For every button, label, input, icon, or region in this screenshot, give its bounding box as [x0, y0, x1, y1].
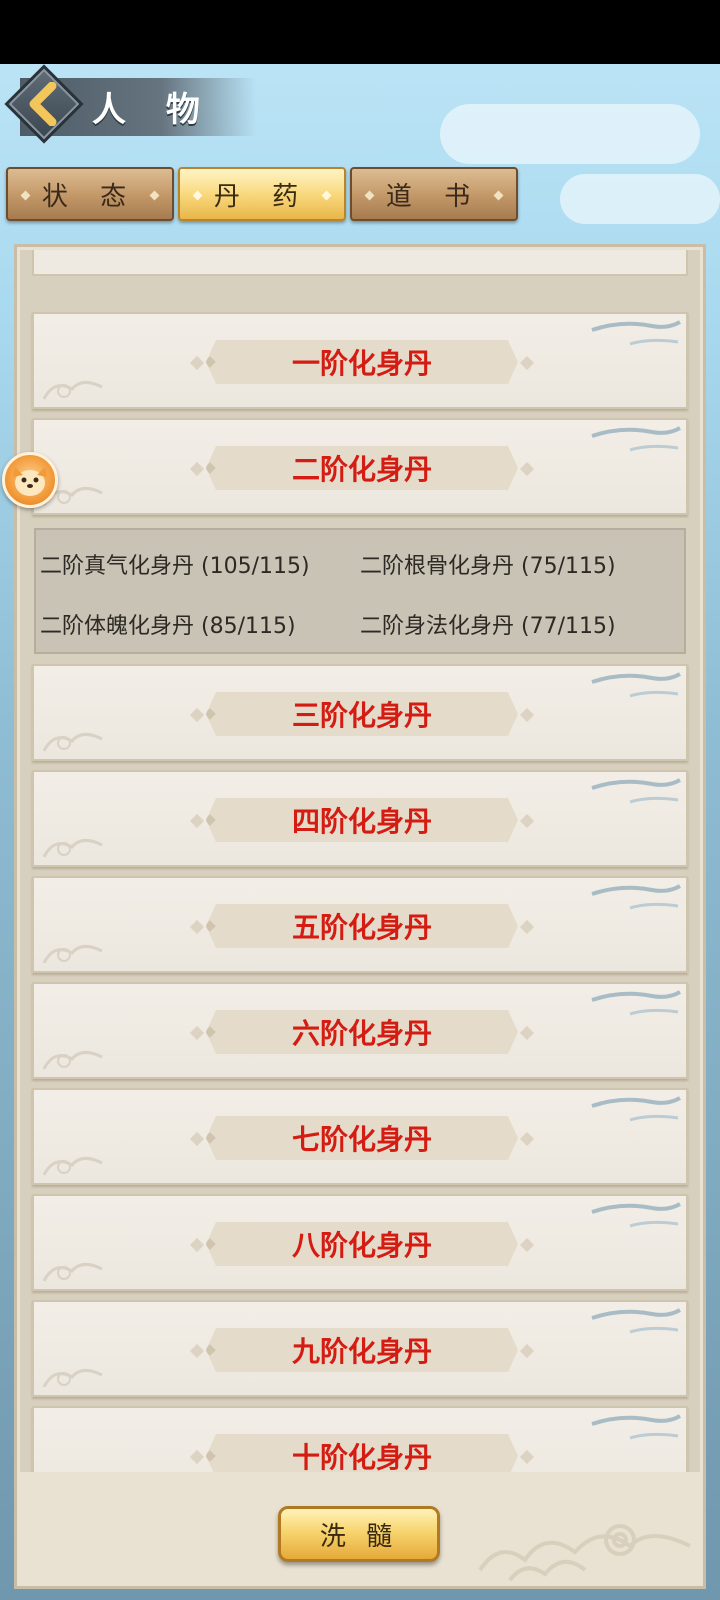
pill-list[interactable]: 一阶化身丹 二阶化身丹 二阶真气化身丹 (105/115) 二阶根骨化身丹 (7…	[20, 250, 700, 1472]
dog-face-icon	[13, 467, 47, 496]
cloud-swirl-icon	[42, 1263, 103, 1282]
pill-card-2[interactable]: 二阶化身丹	[32, 418, 688, 515]
list-item-partial	[32, 250, 688, 276]
wave-decoration-icon	[591, 1414, 682, 1440]
pill-title: 三阶化身丹	[291, 699, 432, 732]
cloud-decoration	[560, 174, 720, 224]
cloud-swirl-icon	[42, 1051, 103, 1070]
wave-decoration-icon	[591, 1096, 682, 1122]
wave-decoration-icon	[591, 990, 682, 1016]
page-title: 人 物	[92, 90, 214, 130]
tab-ornament	[149, 190, 160, 201]
tab-label: 丹 药	[213, 181, 311, 212]
pill-card-5[interactable]: 五阶化身丹	[32, 876, 688, 973]
detail-item: 二阶体魄化身丹 (85/115)	[40, 614, 296, 639]
pill-title: 八阶化身丹	[291, 1229, 432, 1262]
pill-title: 六阶化身丹	[291, 1017, 432, 1050]
wave-decoration-icon	[591, 778, 682, 804]
pill-title: 九阶化身丹	[291, 1335, 432, 1368]
diamond-ornament	[519, 461, 535, 477]
diamond-ornament	[189, 813, 205, 829]
floating-avatar[interactable]	[2, 452, 58, 508]
cloud-swirl-icon	[42, 839, 103, 858]
header: 人 物 状 态 丹 药 道 书	[0, 64, 720, 244]
diamond-ornament	[189, 1237, 205, 1253]
pill-card-4[interactable]: 四阶化身丹	[32, 770, 688, 867]
tab-ornament	[493, 190, 504, 201]
pill-detail-panel: 二阶真气化身丹 (105/115) 二阶根骨化身丹 (75/115) 二阶体魄化…	[34, 528, 686, 654]
cloud-swirl-icon	[42, 1369, 103, 1388]
wave-decoration-icon	[591, 672, 682, 698]
cloud-swirl-icon	[42, 945, 103, 964]
diamond-ornament	[189, 1449, 205, 1465]
pill-card-10[interactable]: 十阶化身丹	[32, 1406, 688, 1472]
pill-card-1[interactable]: 一阶化身丹	[32, 312, 688, 409]
cloud-swirl-icon	[42, 733, 103, 752]
tab-daoshu[interactable]: 道 书	[350, 167, 518, 221]
detail-item: 二阶根骨化身丹 (75/115)	[360, 554, 616, 579]
pill-card-8[interactable]: 八阶化身丹	[32, 1194, 688, 1291]
tab-ornament	[192, 190, 203, 201]
cloud-decoration	[440, 104, 700, 164]
tab-label: 状 态	[41, 181, 139, 212]
pill-title: 二阶化身丹	[291, 453, 432, 486]
diamond-ornament	[189, 1025, 205, 1041]
pill-title: 四阶化身丹	[291, 805, 432, 838]
pill-card-6[interactable]: 六阶化身丹	[32, 982, 688, 1079]
wave-decoration-icon	[591, 884, 682, 910]
back-button[interactable]	[4, 64, 84, 144]
tab-pills[interactable]: 丹 药	[178, 167, 346, 221]
diamond-ornament	[189, 1131, 205, 1147]
wave-decoration-icon	[591, 1308, 682, 1334]
tab-ornament	[321, 190, 332, 201]
tab-ornament	[20, 190, 31, 201]
pill-card-3[interactable]: 三阶化身丹	[32, 664, 688, 761]
diamond-ornament	[519, 1131, 535, 1147]
detail-item: 二阶身法化身丹 (77/115)	[360, 614, 616, 639]
pill-card-9[interactable]: 九阶化身丹	[32, 1300, 688, 1397]
diamond-ornament	[519, 355, 535, 371]
diamond-ornament	[519, 1025, 535, 1041]
diamond-ornament	[189, 919, 205, 935]
wave-decoration-icon	[591, 320, 682, 346]
diamond-ornament	[519, 813, 535, 829]
status-bar	[0, 0, 720, 64]
pill-title: 一阶化身丹	[291, 347, 432, 380]
tab-status[interactable]: 状 态	[6, 167, 174, 221]
wave-decoration-icon	[591, 426, 682, 452]
diamond-ornament	[189, 461, 205, 477]
tab-label: 道 书	[385, 181, 483, 212]
tab-ornament	[364, 190, 375, 201]
cloud-swirl-icon	[42, 381, 103, 400]
diamond-ornament	[189, 707, 205, 723]
cloud-swirl-icon	[42, 1157, 103, 1176]
wave-decoration-icon	[591, 1202, 682, 1228]
pill-title: 七阶化身丹	[291, 1123, 432, 1156]
detail-item: 二阶真气化身丹 (105/115)	[40, 554, 310, 579]
diamond-ornament	[519, 707, 535, 723]
diamond-ornament	[519, 919, 535, 935]
diamond-ornament	[519, 1343, 535, 1359]
cloud-pattern-icon	[478, 1524, 691, 1582]
pill-title: 五阶化身丹	[291, 911, 432, 944]
wash-marrow-button[interactable]: 洗 髓	[278, 1506, 440, 1562]
diamond-ornament	[519, 1237, 535, 1253]
pill-title: 十阶化身丹	[291, 1441, 432, 1472]
tab-bar: 状 态 丹 药 道 书	[6, 167, 518, 223]
pill-card-7[interactable]: 七阶化身丹	[32, 1088, 688, 1185]
diamond-ornament	[519, 1449, 535, 1465]
diamond-ornament	[189, 355, 205, 371]
cloud-swirl-icon	[40, 1463, 110, 1472]
diamond-ornament	[189, 1343, 205, 1359]
chevron-left-icon	[29, 82, 57, 126]
